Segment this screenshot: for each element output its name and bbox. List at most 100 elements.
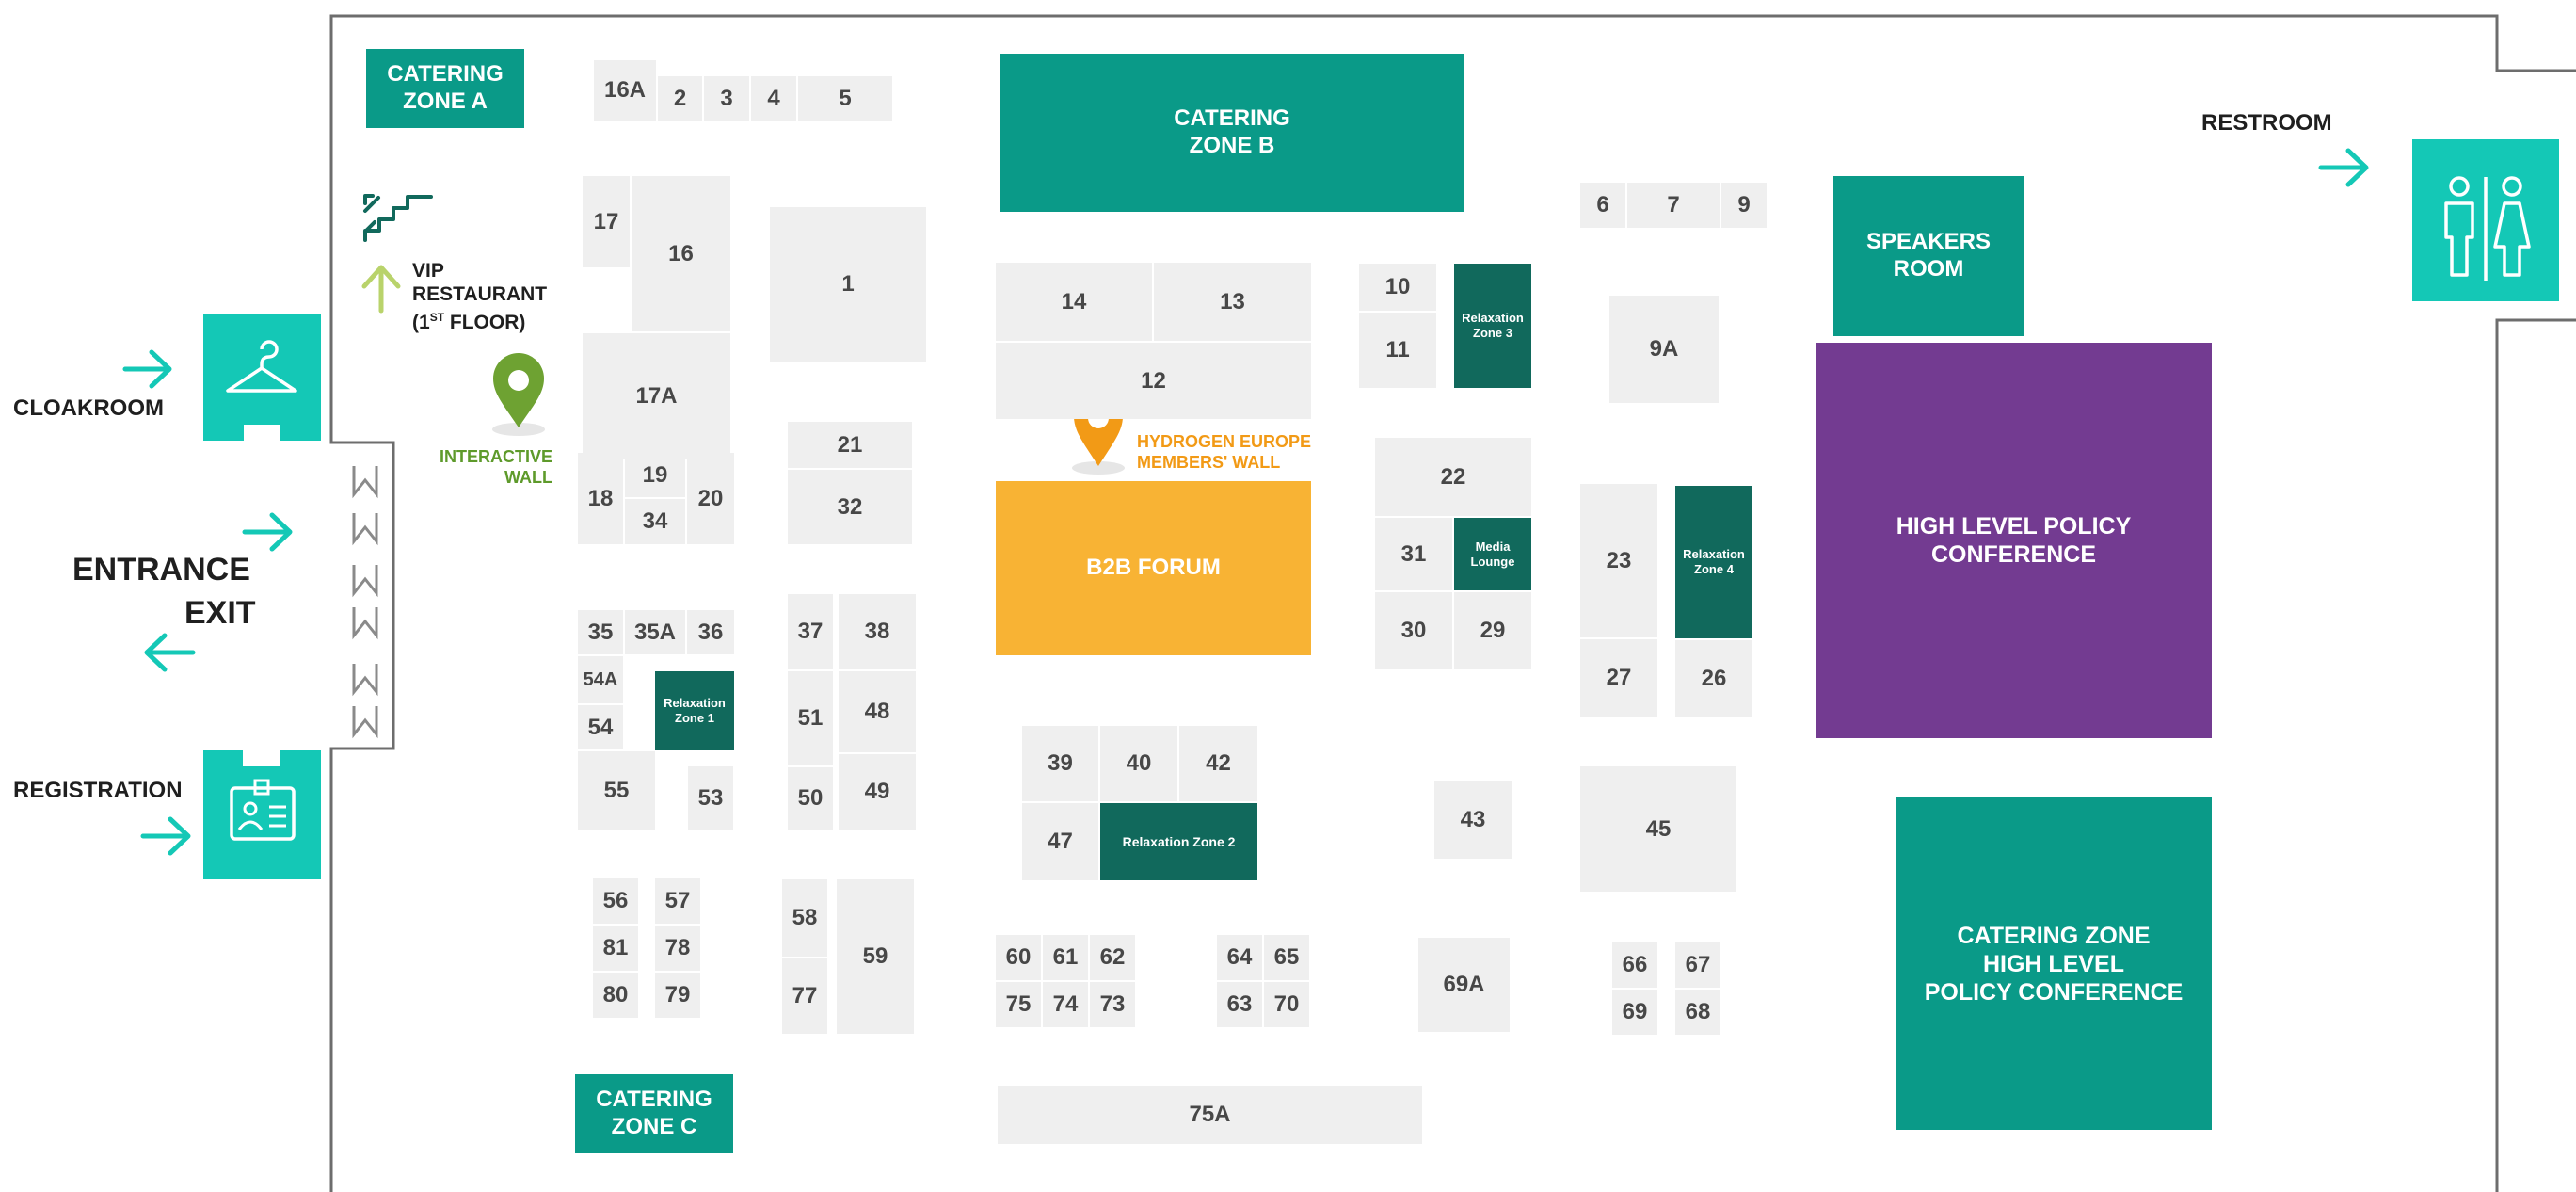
booth-29[interactable]: 29 — [1454, 592, 1531, 669]
relaxation-zone-2[interactable]: Relaxation Zone 2 — [1100, 803, 1257, 880]
booth-51[interactable]: 51 — [788, 671, 833, 765]
catering-zone-a[interactable]: CATERING ZONE A — [366, 49, 524, 128]
booth-34[interactable]: 34 — [625, 499, 685, 544]
booth-62[interactable]: 62 — [1090, 935, 1135, 980]
exit-label: EXIT — [184, 595, 256, 631]
booth-65[interactable]: 65 — [1264, 935, 1309, 980]
cloakroom-label: CLOAKROOM — [13, 395, 164, 421]
booth-73[interactable]: 73 — [1090, 982, 1135, 1027]
booth-61[interactable]: 61 — [1043, 935, 1088, 980]
cloakroom-arrow-icon — [122, 349, 172, 389]
booth-36[interactable]: 36 — [687, 610, 734, 654]
booth-67[interactable]: 67 — [1675, 942, 1720, 988]
relaxation-zone-1[interactable]: Relaxation Zone 1 — [655, 671, 734, 750]
high-level-policy-conference[interactable]: HIGH LEVEL POLICY CONFERENCE — [1816, 343, 2212, 738]
booth-11[interactable]: 11 — [1359, 313, 1436, 388]
booth-45[interactable]: 45 — [1580, 766, 1736, 892]
booth-14[interactable]: 14 — [996, 263, 1152, 341]
b2b-forum[interactable]: B2B FORUM — [996, 481, 1311, 655]
booth-64[interactable]: 64 — [1217, 935, 1262, 980]
booth-75[interactable]: 75 — [996, 982, 1041, 1027]
booth-81[interactable]: 81 — [593, 926, 638, 971]
booth-2[interactable]: 2 — [658, 76, 702, 121]
booth-40[interactable]: 40 — [1100, 726, 1177, 801]
registration-arrow-icon — [140, 816, 191, 856]
booth-1[interactable]: 1 — [770, 207, 926, 362]
booth-38[interactable]: 38 — [839, 594, 916, 669]
booth-20[interactable]: 20 — [687, 453, 734, 544]
restroom-label: RESTROOM — [2201, 110, 2332, 136]
booth-30[interactable]: 30 — [1375, 592, 1452, 669]
booth-32[interactable]: 32 — [788, 470, 912, 544]
booth-23[interactable]: 23 — [1580, 484, 1657, 637]
booth-54[interactable]: 54 — [578, 705, 623, 749]
media-lounge[interactable]: Media Lounge — [1454, 518, 1531, 590]
booth-63[interactable]: 63 — [1217, 982, 1262, 1027]
booth-54a[interactable]: 54A — [578, 656, 623, 703]
entrance-arrow-icon — [242, 512, 293, 552]
booth-9a[interactable]: 9A — [1609, 296, 1719, 403]
booth-55[interactable]: 55 — [578, 751, 655, 830]
booth-80[interactable]: 80 — [593, 973, 638, 1018]
booth-78[interactable]: 78 — [655, 926, 700, 971]
booth-22[interactable]: 22 — [1375, 438, 1531, 516]
booth-79[interactable]: 79 — [655, 973, 700, 1018]
booth-69[interactable]: 69 — [1612, 990, 1657, 1035]
booth-77[interactable]: 77 — [782, 958, 827, 1034]
booth-70[interactable]: 70 — [1264, 982, 1309, 1027]
booth-74[interactable]: 74 — [1043, 982, 1088, 1027]
booth-42[interactable]: 42 — [1179, 726, 1257, 801]
registration-label: REGISTRATION — [13, 778, 183, 803]
booth-49[interactable]: 49 — [839, 754, 916, 830]
booth-48[interactable]: 48 — [839, 671, 916, 752]
booth-53[interactable]: 53 — [688, 766, 733, 830]
booth-60[interactable]: 60 — [996, 935, 1041, 980]
booth-19[interactable]: 19 — [625, 453, 685, 497]
booth-9[interactable]: 9 — [1721, 183, 1767, 228]
booth-26[interactable]: 26 — [1675, 640, 1752, 717]
restroom-arrow-icon — [2318, 148, 2369, 187]
relaxation-zone-3[interactable]: Relaxation Zone 3 — [1454, 264, 1531, 388]
speakers-room[interactable]: SPEAKERS ROOM — [1833, 176, 2024, 336]
booth-17a[interactable]: 17A — [583, 333, 730, 459]
booth-56[interactable]: 56 — [593, 878, 638, 924]
catering-zone-high-level[interactable]: CATERING ZONE HIGH LEVEL POLICY CONFEREN… — [1896, 797, 2212, 1130]
booth-35a[interactable]: 35A — [625, 610, 685, 654]
catering-zone-c[interactable]: CATERING ZONE C — [575, 1074, 733, 1153]
booth-39[interactable]: 39 — [1022, 726, 1098, 801]
booth-37[interactable]: 37 — [788, 594, 833, 669]
booth-47[interactable]: 47 — [1022, 803, 1098, 880]
booth-66[interactable]: 66 — [1612, 942, 1657, 988]
booth-16a[interactable]: 16A — [594, 60, 656, 121]
vip-restaurant-label: VIP RESTAURANT (1ST FLOOR) — [412, 260, 548, 333]
catering-zone-b[interactable]: CATERING ZONE B — [1000, 54, 1464, 212]
booth-31[interactable]: 31 — [1375, 518, 1452, 590]
booth-13[interactable]: 13 — [1154, 263, 1311, 341]
booth-16[interactable]: 16 — [632, 176, 730, 331]
booth-69a[interactable]: 69A — [1418, 938, 1510, 1032]
interactive-wall-pin-icon — [492, 353, 545, 436]
booth-68[interactable]: 68 — [1675, 990, 1720, 1035]
booth-21[interactable]: 21 — [788, 422, 912, 468]
interactive-wall-label: INTERACTIVE WALL — [439, 447, 552, 487]
booth-7[interactable]: 7 — [1627, 183, 1720, 228]
booth-17[interactable]: 17 — [583, 176, 630, 267]
booth-58[interactable]: 58 — [782, 879, 827, 957]
booth-43[interactable]: 43 — [1434, 781, 1512, 859]
exit-arrow-icon — [144, 633, 196, 672]
entrance-label: ENTRANCE — [72, 552, 250, 588]
booth-50[interactable]: 50 — [788, 767, 833, 830]
booth-35[interactable]: 35 — [578, 610, 623, 654]
booth-18[interactable]: 18 — [578, 453, 623, 544]
booth-6[interactable]: 6 — [1580, 183, 1625, 228]
booth-3[interactable]: 3 — [704, 76, 749, 121]
booth-5[interactable]: 5 — [798, 76, 892, 121]
booth-75a[interactable]: 75A — [998, 1086, 1422, 1144]
booth-57[interactable]: 57 — [655, 878, 700, 924]
relaxation-zone-4[interactable]: Relaxation Zone 4 — [1675, 486, 1752, 638]
booth-12[interactable]: 12 — [996, 343, 1311, 419]
booth-59[interactable]: 59 — [837, 879, 914, 1034]
booth-27[interactable]: 27 — [1580, 639, 1657, 717]
booth-10[interactable]: 10 — [1359, 264, 1436, 311]
booth-4[interactable]: 4 — [751, 76, 796, 121]
